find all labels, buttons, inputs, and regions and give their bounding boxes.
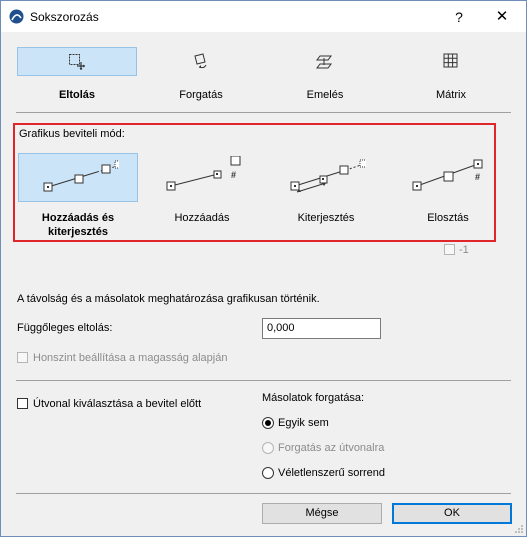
- mode-label-eltolas: Eltolás: [58, 89, 96, 101]
- vertical-offset-label: Függőleges eltolás:: [17, 322, 113, 334]
- story-from-elevation-label: Honszint beállítása a magasság alapján: [33, 352, 228, 364]
- ge-option-add-extend[interactable]: [18, 153, 138, 202]
- minus-one-label: -1: [459, 244, 469, 256]
- ge-label-extend: Kiterjesztés: [297, 212, 355, 224]
- elevate-icon: [316, 55, 332, 69]
- path-select-checkbox[interactable]: [17, 398, 28, 409]
- graphic-input-group: Grafikus beviteli mód: Hozzáadás és kite…: [13, 123, 496, 242]
- svg-text:#: #: [475, 172, 480, 182]
- archicad-app-icon: [9, 9, 24, 24]
- rotate-along-path-label: Forgatás az útvonalra: [278, 442, 385, 454]
- info-text: A távolság és a másolatok meghatározása …: [17, 293, 320, 305]
- ge-option-add[interactable]: #: [142, 153, 262, 202]
- duplicate-dialog: Sokszorozás ? ✕ Eltolás Forgatás Emelés …: [0, 0, 527, 537]
- separator: [16, 493, 511, 494]
- ge-option-extend[interactable]: [266, 153, 386, 202]
- rotate-icon: [194, 53, 207, 69]
- help-button[interactable]: ?: [447, 7, 471, 27]
- mode-tile-emeles[interactable]: [265, 47, 385, 76]
- cancel-button[interactable]: Mégse: [262, 503, 382, 524]
- minus-one-checkbox[interactable]: [444, 244, 455, 255]
- mode-tile-forgatas[interactable]: [141, 47, 261, 76]
- graphic-input-label: Grafikus beviteli mód:: [19, 128, 125, 140]
- rotate-none-radio[interactable]: [262, 417, 274, 429]
- ge-label-add-extend: Hozzáadás és kiterjesztés: [41, 212, 115, 238]
- distribute-icon: #: [412, 159, 483, 191]
- extend-icon: [290, 159, 366, 193]
- resize-grip-icon[interactable]: [514, 524, 524, 534]
- mode-label-matrix: Mátrix: [436, 89, 466, 101]
- add-icon: #: [166, 156, 241, 191]
- svg-text:#: #: [231, 170, 236, 180]
- rotate-random-radio[interactable]: [262, 467, 274, 479]
- add-extend-icon: [43, 160, 119, 192]
- mode-label-forgatas: Forgatás: [179, 89, 223, 101]
- story-from-elevation-checkbox[interactable]: [17, 352, 28, 363]
- mode-label-emeles: Emelés: [306, 89, 344, 101]
- mode-tile-eltolas[interactable]: [17, 47, 137, 76]
- mode-tile-matrix[interactable]: [391, 47, 511, 76]
- rotate-none-label: Egyik sem: [278, 417, 329, 429]
- close-button[interactable]: ✕: [490, 7, 514, 27]
- ge-label-add: Hozzáadás: [174, 212, 230, 224]
- separator: [16, 380, 511, 381]
- ge-option-distribute[interactable]: #: [388, 153, 508, 202]
- matrix-icon: [443, 53, 458, 68]
- move-icon: [69, 54, 85, 70]
- window-title: Sokszorozás: [30, 10, 99, 24]
- rotate-along-path-radio[interactable]: [262, 442, 274, 454]
- separator: [16, 112, 511, 113]
- ge-label-distribute: Elosztás: [427, 212, 469, 224]
- ok-button[interactable]: OK: [392, 503, 512, 524]
- dialog-content: Eltolás Forgatás Emelés Mátrix Grafikus …: [1, 32, 526, 536]
- rotate-random-label: Véletlenszerű sorrend: [278, 467, 386, 479]
- vertical-offset-input[interactable]: 0,000: [262, 318, 381, 339]
- title-bar: Sokszorozás ? ✕: [1, 1, 526, 32]
- rotate-copies-label: Másolatok forgatása:: [262, 392, 365, 404]
- path-select-label: Útvonal kiválasztása a bevitel előtt: [33, 398, 202, 410]
